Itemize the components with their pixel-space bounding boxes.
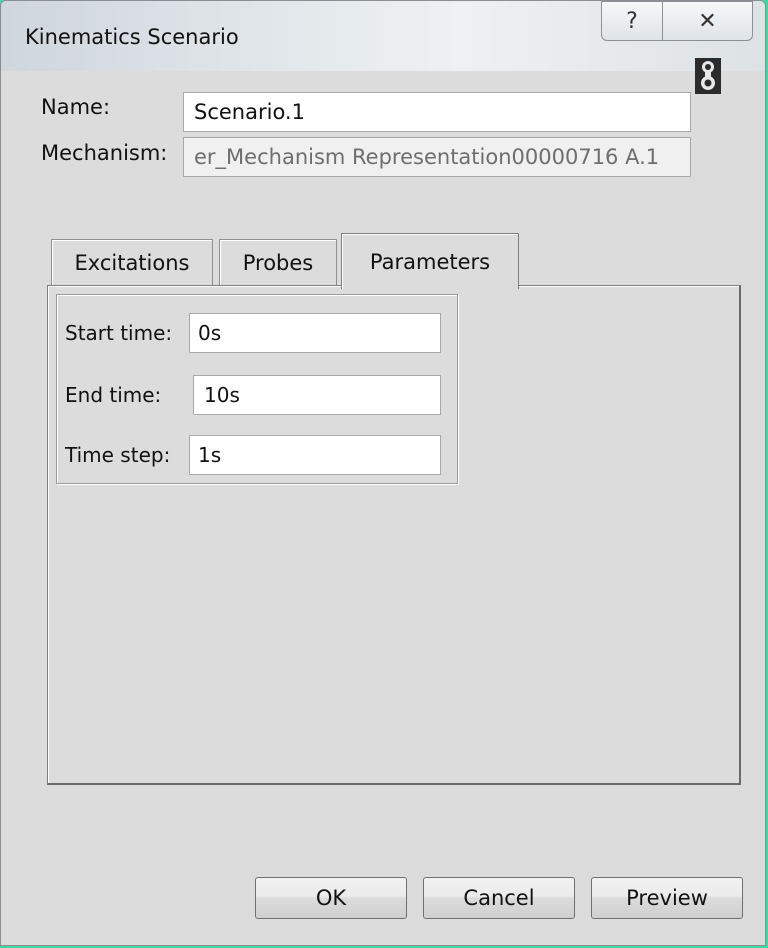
tab-probes[interactable]: Probes xyxy=(219,239,337,285)
mechanism-select-icon[interactable] xyxy=(695,58,721,94)
caption-buttons: ? ✕ xyxy=(601,1,753,43)
end-time-label: End time: xyxy=(65,383,162,407)
help-icon: ? xyxy=(626,8,638,34)
mechanism-field: er_Mechanism Representation00000716 A.1 xyxy=(183,137,691,177)
title-bar[interactable]: Kinematics Scenario ? ✕ xyxy=(1,1,765,71)
tab-excitations[interactable]: Excitations xyxy=(51,239,213,285)
start-time-label: Start time: xyxy=(65,321,173,345)
kinematics-scenario-dialog: Kinematics Scenario ? ✕ Name: Scenario.1… xyxy=(0,0,766,946)
start-time-input[interactable]: 0s xyxy=(189,313,441,353)
time-step-input[interactable]: 1s xyxy=(189,435,441,475)
parameters-panel: Start time: 0s End time: 10s Time step: … xyxy=(47,285,741,785)
parameters-group: Start time: 0s End time: 10s Time step: … xyxy=(56,294,458,484)
mechanism-label: Mechanism: xyxy=(41,141,168,165)
close-icon: ✕ xyxy=(698,8,717,34)
tab-parameters[interactable]: Parameters xyxy=(341,233,519,289)
time-step-label: Time step: xyxy=(65,443,171,467)
preview-button[interactable]: Preview xyxy=(591,877,743,919)
help-button[interactable]: ? xyxy=(601,1,663,41)
ok-button[interactable]: OK xyxy=(255,877,407,919)
tab-parameters-label: Parameters xyxy=(369,249,491,274)
tab-probes-label: Probes xyxy=(242,250,314,275)
close-button[interactable]: ✕ xyxy=(663,1,753,41)
tab-excitations-label: Excitations xyxy=(74,250,190,275)
end-time-input[interactable]: 10s xyxy=(193,375,441,415)
name-input[interactable]: Scenario.1 xyxy=(183,92,691,132)
name-label: Name: xyxy=(41,95,111,119)
window-title: Kinematics Scenario xyxy=(25,25,239,49)
cancel-button[interactable]: Cancel xyxy=(423,877,575,919)
